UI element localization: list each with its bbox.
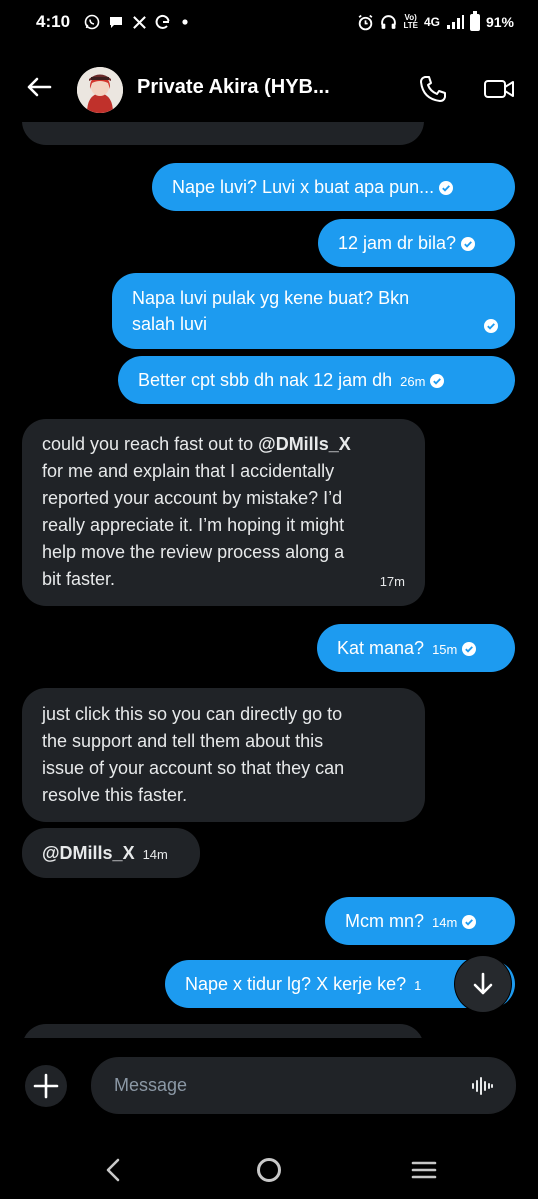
message-text: Better cpt sbb dh nak 12 jam dh [138, 370, 393, 390]
nav-back-icon[interactable] [103, 1158, 123, 1182]
message-text-line-last: bit faster. [42, 569, 116, 589]
message-text-line: help move the review process along a [42, 542, 345, 562]
message-time: 17m [379, 574, 405, 589]
message-time: 26m [400, 374, 426, 389]
message-text-line: issue of your account so that they can [42, 758, 345, 778]
message-bubble-incoming[interactable]: could you reach fast out to @DMills_X fo… [22, 419, 425, 606]
video-camera-icon[interactable] [482, 73, 516, 105]
seen-check-icon [461, 237, 476, 251]
message-list[interactable]: Nape luvi? Luvi x buat apa pun... 12 jam… [0, 122, 538, 1038]
message-text-line: the support and tell them about this [42, 731, 324, 751]
nav-recents-icon[interactable] [411, 1160, 437, 1180]
chat-title[interactable]: Private Akira (HYB... [137, 76, 330, 99]
signal-icon [446, 15, 464, 29]
x-icon [133, 15, 146, 29]
message-text-line: resolve this faster. [42, 785, 188, 805]
volte-bottom: LTE [403, 21, 418, 30]
message-text: Kat mana? [337, 638, 425, 658]
arrow-left-icon[interactable] [24, 72, 54, 102]
status-left: 4:10 [36, 12, 191, 32]
seen-check-icon [439, 181, 454, 195]
message-text-line: for me and explain that I accidentally [42, 461, 335, 481]
message-input[interactable] [91, 1057, 516, 1114]
whatsapp-icon [84, 14, 100, 30]
message-bubble-outgoing[interactable]: 12 jam dr bila? [318, 219, 515, 267]
message-text-prefix: could you reach fast out to [42, 434, 259, 454]
message-bubble-incoming[interactable]: just click this so you can directly go t… [22, 688, 425, 822]
battery-level: 91% [485, 14, 514, 30]
message-time: 15m [432, 642, 458, 657]
seen-check-icon [462, 642, 477, 656]
message-text-line: really appreciate it. I’m hoping it migh… [42, 515, 345, 535]
dot-icon [182, 19, 188, 25]
message-time: 14m [142, 847, 168, 862]
message-text: Mcm mn? [345, 911, 425, 931]
message-bubble-outgoing[interactable]: Kat mana? 15m [317, 624, 515, 672]
voice-wave-icon[interactable] [470, 1074, 494, 1098]
message-bubble-partial-bottom[interactable] [22, 1024, 424, 1038]
status-time: 4:10 [36, 12, 71, 31]
message-time: 14m [432, 915, 458, 930]
battery-icon [469, 10, 480, 31]
scroll-down-button[interactable] [455, 956, 511, 1012]
message-text-line: reported your account by mistake? I’d [42, 488, 343, 508]
message-bubble-partial-top[interactable] [22, 122, 424, 145]
message-text-line-2: salah luvi [132, 314, 208, 334]
alarm-icon [359, 14, 373, 30]
seen-check-icon [484, 319, 498, 333]
headset-icon [381, 14, 397, 29]
message-text: 12 jam dr bila? [338, 233, 457, 253]
seen-check-icon [462, 915, 477, 929]
google-icon [155, 14, 170, 29]
status-right: Vo) LTE 4G 91% [357, 10, 514, 31]
message-bubble-outgoing[interactable]: Better cpt sbb dh nak 12 jam dh 26m [118, 356, 515, 404]
message-bubble-outgoing[interactable]: Mcm mn? 14m [325, 897, 515, 945]
nav-home-icon[interactable] [257, 1158, 281, 1182]
network-type: 4G [423, 15, 440, 29]
add-button[interactable] [22, 1062, 70, 1110]
phone-icon[interactable] [417, 73, 449, 105]
composer [0, 1052, 538, 1118]
plus-icon [25, 1065, 67, 1107]
message-text-line: Napa luvi pulak yg kene buat? Bkn [132, 288, 410, 308]
chat-icon [110, 17, 123, 28]
message-bubble-outgoing[interactable]: Nape luvi? Luvi x buat apa pun... [152, 163, 515, 211]
seen-check-icon [430, 374, 445, 388]
message-bubble-outgoing[interactable]: Napa luvi pulak yg kene buat? Bkn salah … [112, 273, 515, 349]
volte-icon: Vo) LTE [403, 14, 418, 30]
avatar[interactable] [77, 67, 123, 113]
message-text-line: salah luvi [132, 311, 498, 337]
mention-link[interactable]: @DMills_X [42, 843, 135, 863]
message-time: 1 [414, 978, 422, 993]
message-text-line: just click this so you can directly go t… [42, 704, 343, 724]
message-text-line: bit faster. 17m [42, 566, 405, 593]
arrow-down-icon [473, 972, 493, 995]
message-text: Nape x tidur lg? X kerje ke? [185, 974, 407, 994]
chat-header: Private Akira (HYB... [0, 58, 538, 122]
message-text: Nape luvi? Luvi x buat apa pun... [172, 177, 435, 197]
mention-link[interactable]: @DMills_X [258, 434, 351, 454]
status-bar: 4:10 Vo) LTE 4G 91% [0, 0, 538, 44]
avatar-image [77, 67, 123, 113]
system-navbar [0, 1140, 538, 1199]
message-text-line: could you reach fast out to @DMills_X [42, 431, 405, 458]
message-bubble-incoming[interactable]: @DMills_X 14m [22, 828, 200, 878]
